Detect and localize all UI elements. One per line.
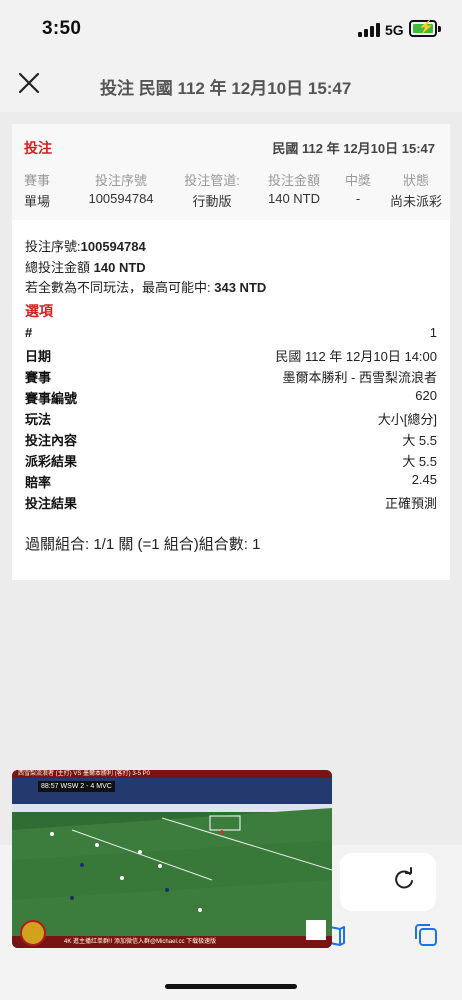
- detail-label: 玩法: [25, 412, 52, 427]
- summary-value: 尚未派彩: [389, 194, 443, 209]
- reload-icon: [395, 867, 413, 889]
- summary-header: 投注管道:: [184, 173, 240, 188]
- detail-row: 投注內容 大 5.5: [25, 430, 437, 448]
- serial-value: 100594784: [80, 239, 146, 254]
- detail-label: 賽事: [25, 370, 52, 385]
- pip-ticker: 4K 進主播红单群!! 添加微信入群@Michael.cc 下载极速版: [12, 936, 332, 948]
- total-line: 總投注金額 140 NTD: [25, 257, 146, 276]
- summary-value: 140 NTD: [267, 191, 321, 206]
- close-icon: [18, 72, 40, 94]
- summary-header: 賽事: [23, 173, 51, 188]
- detail-label: 日期: [25, 349, 52, 364]
- tabs-icon: [415, 924, 437, 946]
- nav-bar: 投注 民國 112 年 12月10日 15:47: [0, 56, 462, 112]
- max-win-label: 若全數為不同玩法，最高可能中:: [25, 280, 211, 295]
- pip-banner: 西雪梨流浪者 (主打) VS 墨爾本勝利 (客打) 3-5 P0: [12, 770, 332, 778]
- detail-row: 派彩結果 大 5.5: [25, 451, 437, 469]
- detail-label: 投注結果: [25, 496, 78, 511]
- summary-header: 中獎: [344, 173, 372, 188]
- detail-label: 投注內容: [25, 433, 78, 448]
- network-label: 5G: [385, 22, 404, 38]
- summary-value: 行動版: [192, 194, 232, 209]
- detail-row: 玩法 大小[總分]: [25, 409, 437, 427]
- detail-row: 賽事 墨爾本勝利 - 西雪梨流浪者: [25, 367, 437, 385]
- battery-cap: [438, 26, 441, 32]
- options-title: 選項: [25, 303, 53, 319]
- summary-header: 投注序號: [94, 173, 148, 188]
- bet-summary: 投注 民國 112 年 12月10日 15:47 賽事 投注序號 投注管道: 投…: [12, 124, 450, 220]
- qr-code: [306, 920, 326, 940]
- detail-row: # 1: [25, 325, 437, 343]
- bet-date: 民國 112 年 12月10日 15:47: [272, 141, 435, 156]
- summary-header-row: 賽事 投注序號 投注管道: 投注金額 中獎 狀態: [24, 170, 438, 188]
- detail-row: 賠率 2.45: [25, 472, 437, 490]
- detail-label: #: [25, 325, 33, 340]
- detail-label: 派彩結果: [25, 454, 78, 469]
- summary-value: 單場: [23, 194, 51, 209]
- status-time: 3:50: [42, 18, 82, 39]
- detail-row: 日期 民國 112 年 12月10日 14:00: [25, 346, 437, 364]
- detail-value: 620: [415, 388, 437, 403]
- page-title: 投注 民國 112 年 12月10日 15:47: [100, 79, 352, 98]
- max-win-line: 若全數為不同玩法，最高可能中: 343 NTD: [25, 277, 266, 296]
- pip-video[interactable]: 西雪梨流浪者 (主打) VS 墨爾本勝利 (客打) 3-5 P0 88:57 W…: [12, 770, 332, 948]
- detail-value: 墨爾本勝利 - 西雪梨流浪者: [282, 370, 437, 385]
- serial-line: 投注序號:100594784: [25, 236, 146, 255]
- pip-scoreboard: 88:57 WSW 2 - 4 MVC: [38, 781, 115, 792]
- detail-value: 2.45: [411, 472, 437, 487]
- battery-icon: ⚡: [409, 19, 437, 37]
- tabs-button[interactable]: [412, 921, 440, 949]
- home-indicator[interactable]: [165, 984, 297, 989]
- soccer-field: [12, 770, 332, 948]
- serial-label: 投注序號:: [25, 239, 81, 254]
- combo-summary: 過關組合: 1/1 關 (=1 組合)組合數: 1: [25, 536, 261, 553]
- total-label: 總投注金額: [25, 260, 91, 275]
- signal-icon: [358, 23, 380, 37]
- detail-value: 大 5.5: [402, 433, 437, 448]
- detail-label: 賽事編號: [25, 391, 78, 406]
- max-win-value: 343 NTD: [214, 280, 267, 295]
- bet-title: 投注: [24, 140, 52, 156]
- detail-value: 民國 112 年 12月10日 14:00: [275, 349, 437, 364]
- detail-value: 大 5.5: [402, 454, 437, 469]
- summary-value-row: 單場 100594784 行動版 140 NTD - 尚未派彩: [23, 191, 442, 209]
- bet-card: 投注 民國 112 年 12月10日 15:47 賽事 投注序號 投注管道: 投…: [12, 124, 450, 580]
- detail-value: 1: [429, 325, 437, 340]
- reload-button[interactable]: [390, 865, 418, 893]
- address-bar[interactable]: [340, 853, 436, 911]
- summary-value: 100594784: [88, 191, 154, 206]
- channel-logo: [20, 920, 46, 946]
- detail-value: 大小[總分]: [377, 412, 437, 427]
- summary-value: -: [355, 191, 361, 206]
- summary-header: 狀態: [402, 173, 430, 188]
- detail-value: 正確預測: [384, 496, 437, 511]
- summary-header: 投注金額: [267, 173, 321, 188]
- detail-label: 賠率: [25, 475, 52, 490]
- detail-row: 投注結果 正確預測: [25, 493, 437, 511]
- total-value: 140 NTD: [93, 260, 146, 275]
- status-bar: 3:50 5G ⚡: [0, 0, 462, 56]
- close-button[interactable]: [14, 68, 44, 98]
- detail-row: 賽事編號 620: [25, 388, 437, 406]
